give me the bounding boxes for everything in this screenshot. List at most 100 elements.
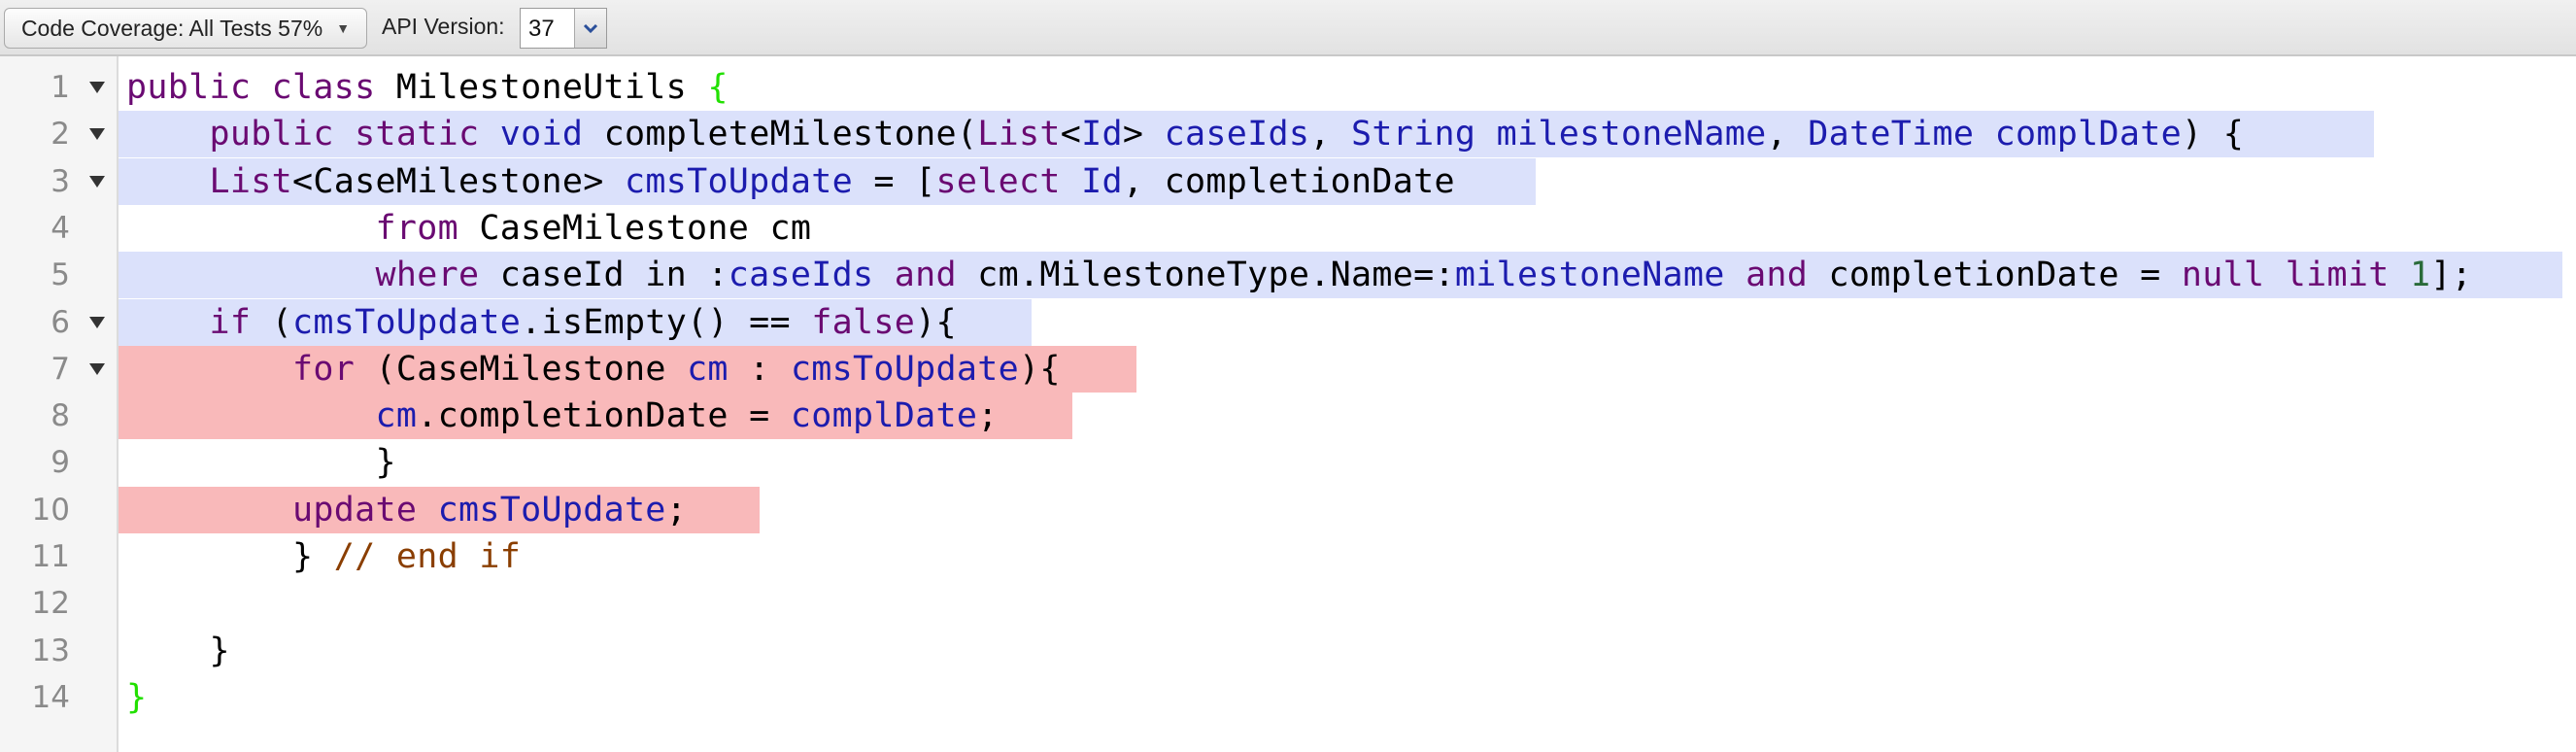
code-token: completionDate = [1808,256,2182,295]
keyword-token: limit [2285,256,2390,295]
identifier-token: cm [687,349,729,389]
fold-triangle-icon[interactable] [89,128,105,141]
keyword-token: public [126,68,252,107]
line-number: 3 [51,163,70,199]
identifier-token: String [1351,115,1476,154]
line-number: 11 [31,539,70,574]
code-line: 10 update cmsToUpdate; [0,486,2576,533]
identifier-token: void [499,115,584,154]
code-line: 1 public class MilestoneUtils { [0,64,2576,111]
toolbar: Code Coverage: All Tests 57% ▼ API Versi… [0,0,2576,56]
code-token: ){ [915,302,957,342]
keyword-token: select [935,161,1061,201]
code-line: 12 [0,580,2576,627]
code-token: } [126,631,230,670]
code-line: 2 public static void completeMilestone(L… [0,111,2576,158]
code-text: } [126,674,147,721]
fold-triangle-icon[interactable] [89,316,105,328]
code-token: ]; [2430,256,2473,295]
line-number: 8 [51,398,70,434]
keyword-token: and [894,256,957,295]
code-editor[interactable]: 1 public class MilestoneUtils {2 public s… [0,56,2576,752]
code-token: ; [665,490,688,530]
line-number: 4 [51,210,70,246]
keyword-token: List [977,115,1061,154]
code-text: } // end if [126,533,521,580]
code-token: MilestoneUtils [375,68,708,107]
keyword-token: if [209,302,252,342]
code-token: , completionDate [1122,161,1455,201]
identifier-token: milestoneName [1496,115,1767,154]
api-version-value: 37 [528,16,555,42]
line-number: 9 [51,445,70,481]
line-number: 12 [31,586,70,622]
code-text: public class MilestoneUtils { [126,64,729,111]
code-text: } [126,628,230,674]
comment-token: // end if [333,537,522,576]
code-token: .completionDate = [417,396,791,436]
line-number: 6 [51,304,70,340]
code-token: ) { [2181,115,2245,154]
code-token: = [ [853,161,936,201]
fold-triangle-icon[interactable] [89,362,105,375]
identifier-token: cmsToUpdate [624,161,854,201]
identifier-token: cm [375,396,418,436]
code-token: cm.MilestoneType.Name=: [956,256,1455,295]
line-number: 10 [31,492,70,528]
identifier-token: complDate [1994,115,2182,154]
code-token: ( [251,302,292,342]
code-line: 8 cm.completionDate = complDate; [0,393,2576,440]
code-token: < [1060,115,1082,154]
code-token: <CaseMilestone> [292,161,625,201]
identifier-token: Id [1081,115,1123,154]
keyword-token: static [355,115,480,154]
code-token: completeMilestone( [583,115,978,154]
code-token: { [707,68,729,107]
keyword-token: where [375,256,480,295]
fold-triangle-icon[interactable] [89,82,105,93]
chevron-down-icon[interactable] [574,9,606,48]
code-token: > [1122,115,1165,154]
code-line: 7 for (CaseMilestone cm : cmsToUpdate){ [0,345,2576,393]
code-token: caseId in : [479,256,729,295]
code-line: 3 List<CaseMilestone> cmsToUpdate = [sel… [0,157,2576,205]
code-line: 14} [0,674,2576,721]
code-token: , [1766,115,1809,154]
code-coverage-dropdown[interactable]: Code Coverage: All Tests 57% ▼ [4,8,367,49]
identifier-token: milestoneName [1454,256,1725,295]
keyword-token: false [811,302,916,342]
fold-triangle-icon[interactable] [89,175,105,188]
code-line: 11 } // end if [0,533,2576,580]
identifier-token: Id [1081,161,1123,201]
code-token: , [1309,115,1352,154]
code-line: 6 if (cmsToUpdate.isEmpty() == false){ [0,298,2576,346]
api-version-select[interactable]: 37 [520,8,607,49]
keyword-token: for [291,349,356,389]
code-token: CaseMilestone cm [458,208,812,248]
keyword-token: class [271,68,376,107]
line-number: 13 [31,632,70,668]
code-token: 1 [2410,256,2431,295]
code-text: public static void completeMilestone(Lis… [126,111,2244,157]
code-text: from CaseMilestone cm [126,205,811,252]
code-text: update cmsToUpdate; [126,487,687,533]
identifier-token: cmsToUpdate [790,349,1020,389]
line-number: 5 [51,257,70,293]
identifier-token: caseIds [728,256,874,295]
code-token: ; [977,396,999,436]
code-token: .isEmpty() == [521,302,812,342]
